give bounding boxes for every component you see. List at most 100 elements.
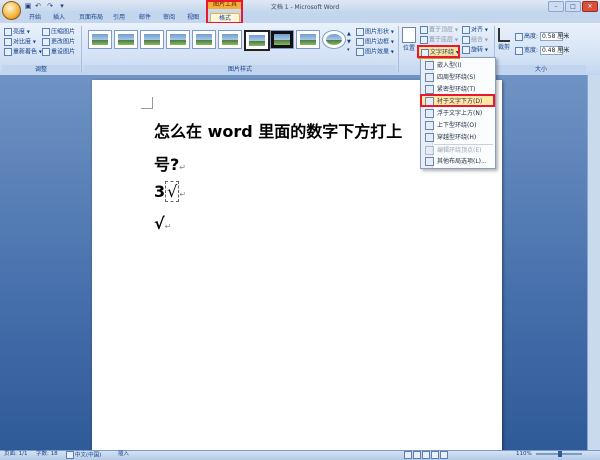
menu-item-behind-text[interactable]: 衬于文字下方(D) bbox=[422, 96, 494, 107]
web-layout-icon[interactable] bbox=[422, 451, 430, 459]
crop-icon bbox=[498, 28, 510, 42]
status-page[interactable]: 页面: 1/1 bbox=[4, 451, 27, 458]
doc-line-3[interactable]: 3 √ ↵ bbox=[154, 181, 187, 202]
contrast-button[interactable]: 对比度 ▾ bbox=[4, 38, 36, 47]
menu-item-through[interactable]: 穿越型环绕(H) bbox=[422, 132, 494, 143]
status-words[interactable]: 字数: 18 bbox=[36, 451, 58, 458]
picture-style-thumb[interactable] bbox=[244, 30, 270, 51]
group-button[interactable]: 组合 ▾ bbox=[462, 36, 488, 45]
close-button[interactable]: ✕ bbox=[582, 1, 598, 12]
change-picture-label: 更改图片 bbox=[51, 38, 76, 46]
gallery-more[interactable]: ▾ bbox=[347, 46, 350, 54]
gallery-scroll-up[interactable]: ▲ bbox=[347, 30, 351, 38]
doc-line-4[interactable]: √↵ bbox=[154, 214, 171, 233]
tab-mailings[interactable]: 邮件 bbox=[136, 13, 154, 23]
menu-item-label: 嵌入型(I) bbox=[437, 62, 462, 69]
paragraph-mark: ↵ bbox=[179, 190, 187, 199]
minimize-button[interactable]: – bbox=[548, 1, 564, 12]
reset-picture-icon bbox=[42, 48, 50, 56]
rotate-button[interactable]: 旋转 ▾ bbox=[462, 46, 488, 55]
tab-references[interactable]: 引用 bbox=[110, 13, 128, 23]
picture-shape-button[interactable]: 图片形状 ▾ bbox=[356, 28, 394, 37]
full-screen-icon[interactable] bbox=[413, 451, 421, 459]
print-layout-icon[interactable] bbox=[404, 451, 412, 459]
tab-view[interactable]: 视图 bbox=[184, 13, 202, 23]
height-label: 高度: bbox=[524, 33, 539, 40]
align-button[interactable]: 对齐 ▾ bbox=[462, 26, 488, 35]
redo-icon[interactable]: ↷ bbox=[46, 2, 54, 10]
text-wrap-icon bbox=[421, 48, 429, 57]
position-icon bbox=[402, 27, 416, 43]
zoom-level[interactable]: 110% bbox=[516, 451, 532, 458]
menu-item-inline[interactable]: 嵌入型(I) bbox=[422, 60, 494, 71]
picture-style-thumb[interactable] bbox=[218, 30, 242, 49]
picture-style-thumb[interactable] bbox=[296, 30, 320, 49]
qat-customize-icon[interactable]: ▾ bbox=[58, 2, 66, 10]
office-button[interactable] bbox=[2, 1, 21, 20]
doc-line-2-text: 号? bbox=[154, 155, 180, 174]
save-icon[interactable]: ▣ bbox=[24, 2, 32, 10]
spellcheck-icon bbox=[66, 451, 74, 459]
status-language[interactable]: 中文(中国) bbox=[66, 451, 101, 460]
menu-item-label: 编辑环绕顶点(E) bbox=[437, 147, 482, 154]
menu-item-square[interactable]: 四周型环绕(S) bbox=[422, 72, 494, 83]
bring-front-icon bbox=[420, 26, 428, 34]
picture-style-thumb[interactable] bbox=[88, 30, 112, 49]
top-bottom-icon bbox=[425, 121, 434, 130]
status-insert-mode[interactable]: 插入 bbox=[118, 451, 129, 458]
tab-page-layout[interactable]: 页面布局 bbox=[76, 13, 106, 23]
tab-review[interactable]: 审阅 bbox=[160, 13, 178, 23]
doc-line-2[interactable]: 号?↵ bbox=[154, 151, 186, 175]
maximize-button[interactable]: □ bbox=[565, 1, 581, 12]
menu-item-in-front[interactable]: 浮于文字上方(N) bbox=[422, 108, 494, 119]
align-icon bbox=[462, 26, 470, 34]
align-label: 对齐 bbox=[471, 26, 484, 34]
picture-style-thumb[interactable] bbox=[322, 30, 346, 49]
picture-style-thumb[interactable] bbox=[192, 30, 216, 49]
compress-pictures-button[interactable]: 压缩图片 bbox=[42, 28, 75, 37]
reset-picture-button[interactable]: 重设图片 bbox=[42, 48, 75, 57]
tight-wrap-icon bbox=[425, 85, 434, 94]
tab-home[interactable]: 开始 bbox=[24, 13, 46, 23]
menu-item-label: 上下型环绕(O) bbox=[437, 122, 477, 129]
menu-item-edit-wrap-points: 编辑环绕顶点(E) bbox=[422, 145, 494, 156]
gallery-scroll-down[interactable]: ▼ bbox=[347, 38, 351, 46]
group-label-adjust: 调整 bbox=[2, 65, 80, 74]
crop-label: 裁剪 bbox=[497, 44, 510, 51]
undo-icon[interactable]: ↶ bbox=[34, 2, 42, 10]
menu-item-label: 浮于文字上方(N) bbox=[437, 110, 483, 117]
recolor-button[interactable]: 重新着色 ▾ bbox=[4, 48, 42, 57]
picture-style-thumb[interactable] bbox=[114, 30, 138, 49]
picture-style-thumb[interactable] bbox=[270, 30, 294, 49]
picture-border-button[interactable]: 图片边框 ▾ bbox=[356, 38, 394, 47]
change-picture-button[interactable]: 更改图片 bbox=[42, 38, 75, 47]
send-back-label: 置于底层 bbox=[429, 36, 454, 44]
menu-item-top-bottom[interactable]: 上下型环绕(O) bbox=[422, 120, 494, 131]
tab-insert[interactable]: 插入 bbox=[50, 13, 68, 23]
brightness-button[interactable]: 亮度 ▾ bbox=[4, 28, 30, 37]
picture-effects-button[interactable]: 图片效果 ▾ bbox=[356, 48, 394, 57]
position-button[interactable]: 位置 bbox=[402, 27, 416, 52]
menu-item-label: 四周型环绕(S) bbox=[437, 74, 476, 81]
draft-icon[interactable] bbox=[440, 451, 448, 459]
picture-style-thumb[interactable] bbox=[166, 30, 190, 49]
height-input[interactable]: 0.58 厘米 bbox=[539, 32, 569, 41]
recolor-label: 重新着色 bbox=[13, 48, 38, 56]
checkmark-picture[interactable]: √ bbox=[165, 181, 180, 202]
bring-to-front-button[interactable]: 置于顶层 ▾ bbox=[420, 26, 458, 35]
status-language-label: 中文(中国) bbox=[75, 452, 102, 459]
width-input[interactable]: 0.48 厘米 bbox=[539, 46, 569, 55]
text-wrap-label: 文字环绕 bbox=[430, 49, 455, 56]
send-to-back-button[interactable]: 置于底层 ▾ bbox=[420, 36, 458, 45]
through-wrap-icon bbox=[425, 133, 434, 142]
menu-item-more-layout[interactable]: 其他布局选项(L)... bbox=[422, 156, 494, 167]
picture-style-thumb[interactable] bbox=[140, 30, 164, 49]
paragraph-mark: ↵ bbox=[179, 163, 186, 172]
crop-button[interactable]: 裁剪 bbox=[497, 28, 511, 51]
text-wrapping-button[interactable]: 文字环绕 ▾ bbox=[418, 46, 460, 59]
zoom-slider-thumb[interactable] bbox=[558, 451, 562, 457]
doc-line-1[interactable]: 怎么在 word 里面的数字下方打上 bbox=[154, 118, 402, 142]
height-icon bbox=[515, 32, 523, 41]
menu-item-tight[interactable]: 紧密型环绕(T) bbox=[422, 84, 494, 95]
outline-icon[interactable] bbox=[431, 451, 439, 459]
